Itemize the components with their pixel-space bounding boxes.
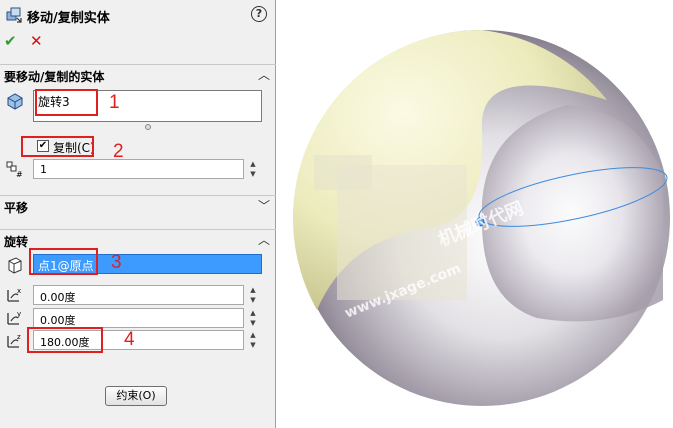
panel-title: 移动/复制实体 bbox=[27, 11, 110, 26]
callout-number-3: 3 bbox=[111, 252, 122, 273]
rotate-y-field[interactable]: 0.00度 bbox=[33, 308, 244, 328]
point-select-icon bbox=[8, 257, 22, 274]
callout-box-4 bbox=[27, 327, 103, 353]
rotate-x-icon: x bbox=[7, 287, 21, 302]
svg-text:z: z bbox=[17, 333, 21, 341]
section-rotate-label: 旋转 bbox=[4, 235, 29, 249]
callout-number-2: 2 bbox=[113, 141, 124, 162]
rotate-z-icon: z bbox=[7, 333, 21, 348]
property-manager-panel: 移动/复制实体 ? ✔ ✕ 要移动/复制的实体 ︿ 旋转3 ✔ 复制(C) # … bbox=[0, 0, 276, 428]
svg-text:y: y bbox=[17, 310, 21, 318]
expand-chevron-icon[interactable]: ﹀ bbox=[258, 197, 270, 214]
callout-box-2 bbox=[21, 136, 94, 157]
copy-count-spinner[interactable]: ▲ ▼ bbox=[247, 159, 259, 179]
section-translate-label: 平移 bbox=[4, 201, 29, 215]
body-select-icon bbox=[7, 93, 23, 110]
graphics-viewport[interactable]: 机械时代网 www.jxage.com bbox=[277, 0, 673, 428]
model-render: 机械时代网 www.jxage.com bbox=[292, 29, 670, 406]
callout-box-1 bbox=[35, 89, 98, 116]
svg-text:#: # bbox=[16, 170, 23, 178]
copy-count-field[interactable]: 1 bbox=[33, 159, 244, 179]
section-translate-header[interactable]: 平移 ﹀ bbox=[0, 195, 276, 215]
section-bodies-label: 要移动/复制的实体 bbox=[4, 70, 105, 84]
constraints-button[interactable]: 约束(O) bbox=[105, 386, 167, 406]
section-bodies-header[interactable]: 要移动/复制的实体 ︿ bbox=[0, 64, 276, 84]
copy-count-icon: # bbox=[6, 161, 23, 178]
rotate-x-value: 0.00度 bbox=[40, 291, 76, 304]
help-icon[interactable]: ? bbox=[251, 6, 267, 22]
resize-handle[interactable] bbox=[145, 124, 151, 130]
callout-box-3 bbox=[29, 248, 98, 275]
svg-text:x: x bbox=[17, 287, 21, 295]
rotate-y-value: 0.00度 bbox=[40, 314, 76, 327]
copy-count-value: 1 bbox=[40, 163, 47, 176]
section-rotate-header[interactable]: 旋转 ︿ bbox=[0, 229, 276, 249]
rotate-x-spinner[interactable]: ▲ ▼ bbox=[247, 285, 259, 305]
collapse-chevron-icon[interactable]: ︿ bbox=[258, 66, 270, 83]
rotate-y-spinner[interactable]: ▲ ▼ bbox=[247, 308, 259, 328]
callout-number-4: 4 bbox=[124, 329, 135, 350]
rotate-y-icon: y bbox=[7, 310, 21, 325]
cancel-x-icon[interactable]: ✕ bbox=[30, 32, 43, 50]
title-bar: 移动/复制实体 ? bbox=[0, 0, 276, 28]
ok-check-icon[interactable]: ✔ bbox=[4, 32, 17, 50]
rotate-x-field[interactable]: 0.00度 bbox=[33, 285, 244, 305]
callout-number-1: 1 bbox=[109, 92, 120, 113]
collapse-chevron-icon[interactable]: ︿ bbox=[258, 231, 270, 248]
move-copy-icon bbox=[6, 7, 22, 23]
rotate-z-spinner[interactable]: ▲ ▼ bbox=[247, 330, 259, 350]
